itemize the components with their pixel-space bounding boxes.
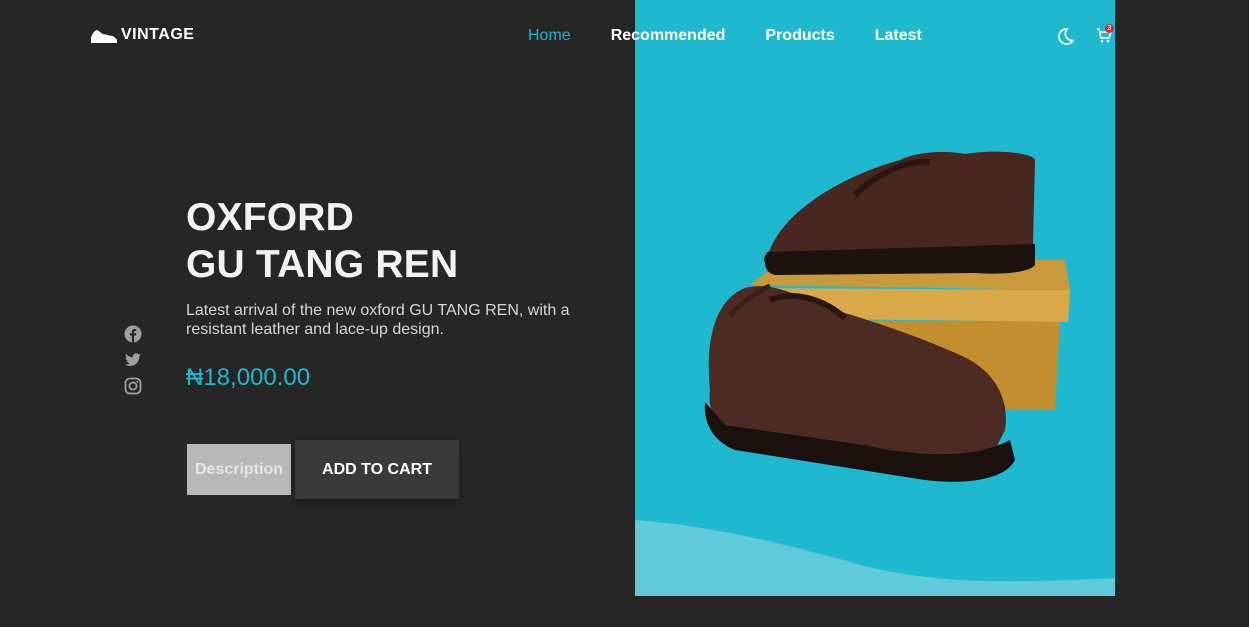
product-image — [704, 151, 1070, 482]
description-button[interactable]: Description — [187, 444, 291, 495]
hero-product-panel — [635, 0, 1115, 596]
add-to-cart-button[interactable]: ADD TO CART — [295, 440, 459, 499]
instagram-icon[interactable] — [124, 377, 142, 395]
main-nav: Home Recommended Products Latest — [528, 27, 922, 45]
nav-latest[interactable]: Latest — [875, 27, 922, 45]
product-description: Latest arrival of the new oxford GU TANG… — [186, 302, 570, 338]
nav-products[interactable]: Products — [765, 27, 834, 45]
cart-count-badge: 3 — [1105, 24, 1114, 33]
brand-logo[interactable]: VINTAGE — [90, 26, 194, 44]
facebook-icon[interactable] — [124, 325, 142, 343]
nav-recommended[interactable]: Recommended — [611, 27, 726, 45]
social-links — [124, 325, 142, 395]
product-title-line1: OXFORD — [186, 196, 355, 239]
wave-decoration — [635, 520, 1115, 596]
product-title-line2: GU TANG REN — [186, 243, 459, 286]
moon-icon[interactable] — [1056, 27, 1075, 46]
brand-name: VINTAGE — [121, 26, 195, 43]
twitter-icon[interactable] — [124, 351, 142, 369]
product-title: OXFORD GU TANG REN — [186, 194, 458, 288]
product-price: ₦18,000.00 — [186, 364, 311, 391]
sneaker-icon — [91, 30, 117, 43]
nav-home[interactable]: Home — [528, 27, 571, 45]
